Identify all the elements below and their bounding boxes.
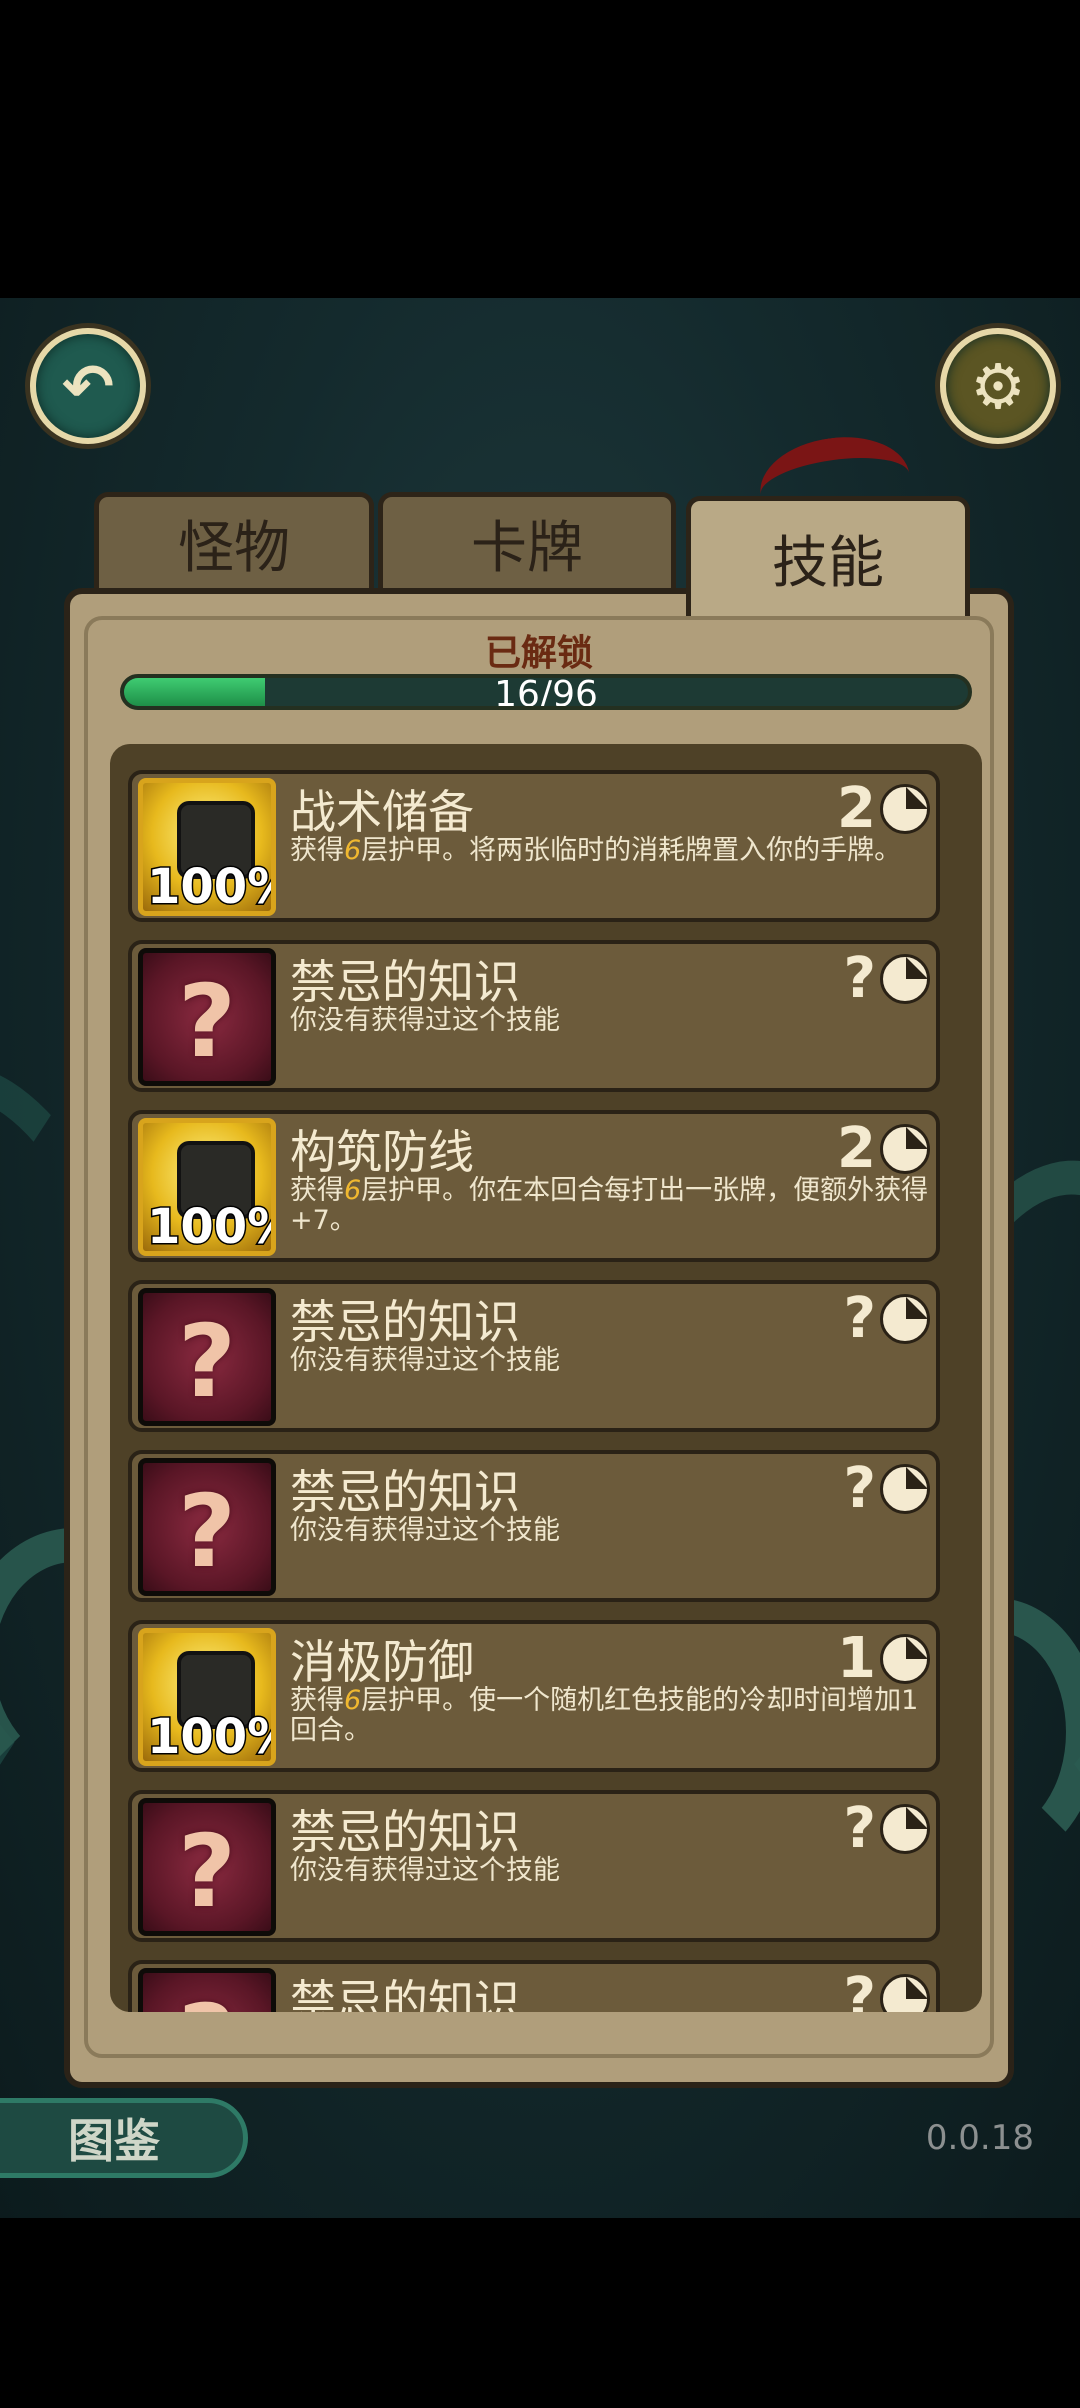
clock-icon <box>880 954 930 1004</box>
cooldown-value: 1 <box>837 1626 876 1691</box>
skill-row[interactable]: 100% 构筑防线获得6层护甲。你在本回合每打出一张牌，便额外获得+7。2 <box>128 1110 940 1262</box>
tab-monsters[interactable]: 怪物 <box>94 492 374 590</box>
desc-highlight-number: 6 <box>344 1685 362 1716</box>
clock-icon <box>880 1804 930 1854</box>
locked-skill-icon: ? <box>138 948 276 1086</box>
unlocked-label: 已解锁 <box>484 633 593 674</box>
clock-icon <box>880 784 930 834</box>
clock-icon <box>880 1294 930 1344</box>
skill-row[interactable]: ? 禁忌的知识 你没有获得过这个技能? <box>128 940 940 1092</box>
question-mark-icon: ? <box>177 963 236 1080</box>
question-mark-icon: ? <box>177 1813 236 1930</box>
skill-description: 你没有获得过这个技能 <box>290 1345 560 1376</box>
desc-text: 层护甲。将两张临时的消耗牌置入你的手牌。 <box>361 835 902 866</box>
clock-icon <box>880 1464 930 1514</box>
skill-icon: 100% <box>138 1628 276 1766</box>
cooldown-value: ? <box>843 1966 876 2012</box>
locked-skill-icon: ? <box>138 1458 276 1596</box>
skill-name: 禁忌的知识 <box>290 1805 520 1859</box>
desc-highlight-number: 6 <box>344 835 362 866</box>
skill-list[interactable]: 100%战术储备获得6层护甲。将两张临时的消耗牌置入你的手牌。2?禁忌的知识你没… <box>110 744 982 2012</box>
back-button[interactable]: ↶ <box>30 328 146 444</box>
question-mark-icon: ? <box>177 1473 236 1590</box>
skill-name: 消极防御 <box>290 1635 474 1689</box>
desc-text: 层护甲。你在本回合每打出一张牌，便额外获得+7。 <box>290 1175 929 1236</box>
cooldown-value: ? <box>843 1456 876 1521</box>
skill-description: 你没有获得过这个技能 <box>290 1855 560 1886</box>
clock-icon <box>880 1974 930 2012</box>
locked-skill-icon: ? <box>138 1798 276 1936</box>
desc-text: 层护甲。使一个随机红色技能的冷却时间增加1回合。 <box>290 1685 919 1746</box>
skill-description: 你没有获得过这个技能 <box>290 1515 560 1546</box>
skill-description: 你没有获得过这个技能 <box>290 1005 560 1036</box>
atlas-button[interactable]: 图鉴 <box>0 2098 248 2178</box>
desc-text: 获得 <box>290 1685 344 1716</box>
cooldown-value: 2 <box>837 1116 876 1181</box>
skill-name: 战术储备 <box>290 785 474 839</box>
desc-highlight-number: 6 <box>344 1175 362 1206</box>
question-mark-icon: ? <box>177 1303 236 1420</box>
locked-skill-icon: ? <box>138 1968 276 2012</box>
cooldown-value: ? <box>843 946 876 1011</box>
cooldown-value: ? <box>843 1286 876 1351</box>
tab-skills[interactable]: 技能 <box>686 496 970 616</box>
skills-panel: 已解锁 16/96 100%战术储备获得6层护甲。将两张临时的消耗牌置入你的手牌… <box>64 588 1014 2088</box>
unlock-progress-bar: 16/96 <box>120 674 972 710</box>
skill-row[interactable]: ? 禁忌的知识? <box>128 1960 940 2012</box>
skill-name: 禁忌的知识 <box>290 1465 520 1519</box>
skill-description: 获得6层护甲。使一个随机红色技能的冷却时间增加1回合。 <box>290 1686 930 1746</box>
version-label: 0.0.18 <box>925 2118 1034 2158</box>
gear-icon: ⚙ <box>970 349 1026 423</box>
skill-name: 构筑防线 <box>290 1125 474 1179</box>
skill-description: 获得6层护甲。你在本回合每打出一张牌，便额外获得+7。 <box>290 1176 930 1236</box>
cooldown-value: 2 <box>837 776 876 841</box>
clock-icon <box>880 1124 930 1174</box>
back-arrow-icon: ↶ <box>62 349 114 423</box>
locked-skill-icon: ? <box>138 1288 276 1426</box>
skill-icon: 100% <box>138 778 276 916</box>
skill-row[interactable]: ? 禁忌的知识 你没有获得过这个技能? <box>128 1790 940 1942</box>
skill-name: 禁忌的知识 <box>290 955 520 1009</box>
skill-name: 禁忌的知识 <box>290 1975 520 2012</box>
skill-row[interactable]: 100% 战术储备获得6层护甲。将两张临时的消耗牌置入你的手牌。2 <box>128 770 940 922</box>
tab-cards[interactable]: 卡牌 <box>378 492 676 590</box>
cooldown-value: ? <box>843 1796 876 1861</box>
desc-text: 获得 <box>290 1175 344 1206</box>
skill-row[interactable]: ? 禁忌的知识 你没有获得过这个技能? <box>128 1280 940 1432</box>
skill-row[interactable]: ? 禁忌的知识 你没有获得过这个技能? <box>128 1450 940 1602</box>
skill-percent: 100% <box>145 1708 271 1765</box>
clock-icon <box>880 1634 930 1684</box>
skill-percent: 100% <box>145 858 271 915</box>
question-mark-icon: ? <box>143 1983 271 2012</box>
skill-icon: 100% <box>138 1118 276 1256</box>
desc-text: 获得 <box>290 835 344 866</box>
skill-name: 禁忌的知识 <box>290 1295 520 1349</box>
skill-row[interactable]: 100% 消极防御获得6层护甲。使一个随机红色技能的冷却时间增加1回合。1 <box>128 1620 940 1772</box>
skill-percent: 100% <box>145 1198 271 1255</box>
skill-description: 获得6层护甲。将两张临时的消耗牌置入你的手牌。 <box>290 836 930 866</box>
settings-button[interactable]: ⚙ <box>940 328 1056 444</box>
progress-text: 16/96 <box>494 674 598 710</box>
